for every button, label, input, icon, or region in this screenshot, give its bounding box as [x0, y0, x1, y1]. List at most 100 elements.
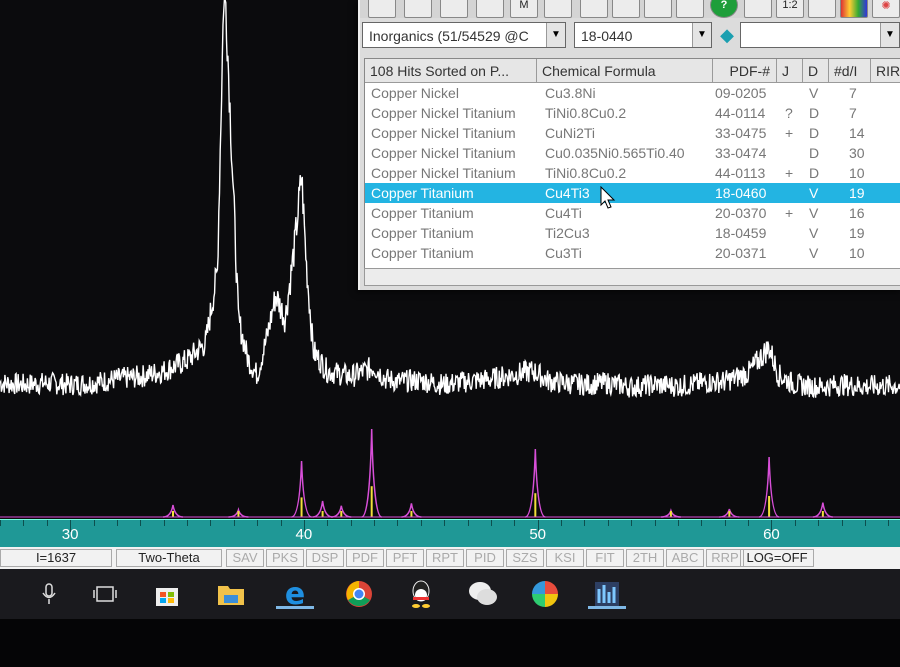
cell-pdf: 33-0474 [715, 145, 767, 161]
cell-pdf: 33-0475 [715, 125, 767, 141]
axis-tick [607, 520, 609, 526]
axis-tick [677, 520, 679, 526]
table-row[interactable]: Copper Titanium Cu3Ti 20-0371 V 10 [365, 243, 900, 263]
status-button-dsp[interactable]: DSP [306, 549, 344, 567]
axis-tick [93, 520, 95, 526]
status-button-rrp[interactable]: RRP [706, 549, 744, 567]
table-row[interactable]: Copper Nickel Titanium TiNi0.8Cu0.2 44-011… [365, 163, 900, 183]
file-explorer-icon[interactable] [214, 577, 248, 611]
mode-readout[interactable]: Two-Theta [116, 549, 222, 567]
status-button-abc[interactable]: ABC [666, 549, 704, 567]
jade-app-icon[interactable] [588, 577, 626, 611]
task-view-icon[interactable] [88, 577, 122, 611]
toolbar-button[interactable] [476, 0, 504, 18]
toolbar-button[interactable] [404, 0, 432, 18]
axis-tick [280, 520, 282, 526]
axis-tick [350, 520, 352, 526]
cell-di: 10 [849, 245, 865, 261]
cell-formula: Cu3.8Ni [545, 85, 596, 101]
table-row[interactable]: Copper Nickel Titanium TiNi0.8Cu0.2 44-011… [365, 103, 900, 123]
m-button[interactable]: M [510, 0, 538, 18]
status-button-rpt[interactable]: RPT [426, 549, 464, 567]
column-header-d[interactable]: D [803, 59, 829, 83]
cell-d: D [809, 105, 820, 121]
axis-tick [490, 520, 492, 526]
screen-bezel [0, 619, 900, 667]
status-button-pft[interactable]: PFT [386, 549, 424, 567]
help-icon[interactable]: ? [710, 0, 738, 18]
status-button-fit[interactable]: FIT [586, 549, 624, 567]
filter-select[interactable]: ▼ [740, 22, 900, 48]
chevron-down-icon[interactable]: ▼ [546, 23, 565, 47]
table-row[interactable]: Copper Nickel Titanium Cu0.035Ni0.565Ti0.… [365, 143, 900, 163]
log-toggle[interactable]: LOG=OFF [740, 549, 814, 567]
table-row[interactable]: Copper Nickel Titanium CuNi2Ti 33-0475 + D 14 [365, 123, 900, 143]
column-header-rir[interactable]: RIR [871, 59, 900, 83]
wechat-icon[interactable] [466, 577, 500, 611]
qq-icon[interactable] [404, 577, 438, 611]
save-icon[interactable] [580, 0, 608, 18]
notes-icon[interactable] [612, 0, 640, 18]
column-header-j[interactable]: J [777, 59, 803, 83]
cell-formula: TiNi0.8Cu0.2 [545, 165, 627, 181]
active-indicator [588, 606, 626, 609]
store-icon[interactable] [150, 577, 184, 611]
database-select[interactable]: Inorganics (51/54529 @C ▼ [362, 22, 566, 48]
chevron-down-icon[interactable]: ▼ [880, 23, 899, 47]
column-header-name[interactable]: 108 Hits Sorted on P... [365, 59, 537, 83]
status-button-2th[interactable]: 2TH [626, 549, 664, 567]
chevron-down-icon[interactable]: ▼ [692, 23, 711, 47]
status-button-sav[interactable]: SAV [226, 549, 264, 567]
axis-tick [140, 520, 142, 526]
intensity-readout: I=1637 [0, 549, 112, 567]
axis-tick [654, 520, 656, 526]
table-row[interactable]: Copper Titanium Cu4Ti 20-0370 + V 16 [365, 203, 900, 223]
axis-tick [397, 520, 399, 526]
cell-pdf: 20-0370 [715, 205, 767, 221]
list-icon[interactable] [644, 0, 672, 18]
pdf-number-value: 18-0440 [581, 28, 633, 44]
cell-name: Copper Nickel Titanium [371, 165, 516, 181]
cell-pdf: 18-0460 [715, 185, 767, 201]
pinwheel-icon[interactable] [528, 577, 562, 611]
table-row[interactable]: Copper Titanium Ti2Cu3 18-0459 V 19 [365, 223, 900, 243]
cell-di: 7 [849, 85, 857, 101]
folder-icon[interactable] [676, 0, 704, 18]
axis-tick [374, 520, 376, 526]
crystal-icon[interactable]: ◆ [716, 24, 738, 46]
column-header-di[interactable]: #d/I [829, 59, 871, 83]
table-row[interactable]: Copper Titanium Cu4Ti3 18-0460 V 19 [365, 183, 900, 203]
axis-tick [116, 520, 118, 526]
microphone-icon[interactable] [32, 577, 66, 611]
status-button-pid[interactable]: PID [466, 549, 504, 567]
horizontal-scrollbar[interactable] [364, 268, 900, 286]
status-button-szs[interactable]: SZS [506, 549, 544, 567]
cube-icon[interactable] [808, 0, 836, 18]
toolbar-button[interactable] [440, 0, 468, 18]
axis-tick [210, 520, 212, 526]
toolbar: M ? 1:2 ✺ [360, 0, 900, 18]
status-bar: I=1637 Two-Theta SAV PKS DSP PDF PFT RPT PID SZ… [0, 547, 900, 569]
active-indicator [276, 606, 314, 609]
chrome-icon[interactable] [342, 577, 376, 611]
cell-formula: Cu4Ti3 [545, 185, 590, 201]
sun-icon[interactable]: ✺ [872, 0, 900, 18]
column-header-pdf[interactable]: PDF-# [713, 59, 777, 83]
column-header-formula[interactable]: Chemical Formula [537, 59, 713, 83]
cell-name: Copper Nickel [371, 85, 459, 101]
color-icon[interactable] [840, 0, 868, 18]
search-match-window[interactable]: M ? 1:2 ✺ Inorganics (51/54529 @C ▼ 18-0… [358, 0, 900, 290]
edge-icon[interactable]: e [276, 577, 314, 612]
cell-di: 14 [849, 125, 865, 141]
axis-tick [233, 520, 235, 526]
status-button-pdf[interactable]: PDF [346, 549, 384, 567]
zoom-button[interactable]: 1:2 [776, 0, 804, 18]
settings-icon[interactable] [744, 0, 772, 18]
hits-table[interactable]: 108 Hits Sorted on P... Chemical Formula… [364, 58, 900, 270]
toolbar-button[interactable] [368, 0, 396, 18]
table-row[interactable]: Copper Nickel Cu3.8Ni 09-0205 V 7 [365, 83, 900, 103]
status-button-ksi[interactable]: KSI [546, 549, 584, 567]
status-button-pks[interactable]: PKS [266, 549, 304, 567]
pdf-number-select[interactable]: 18-0440 ▼ [574, 22, 712, 48]
print-icon[interactable] [544, 0, 572, 18]
